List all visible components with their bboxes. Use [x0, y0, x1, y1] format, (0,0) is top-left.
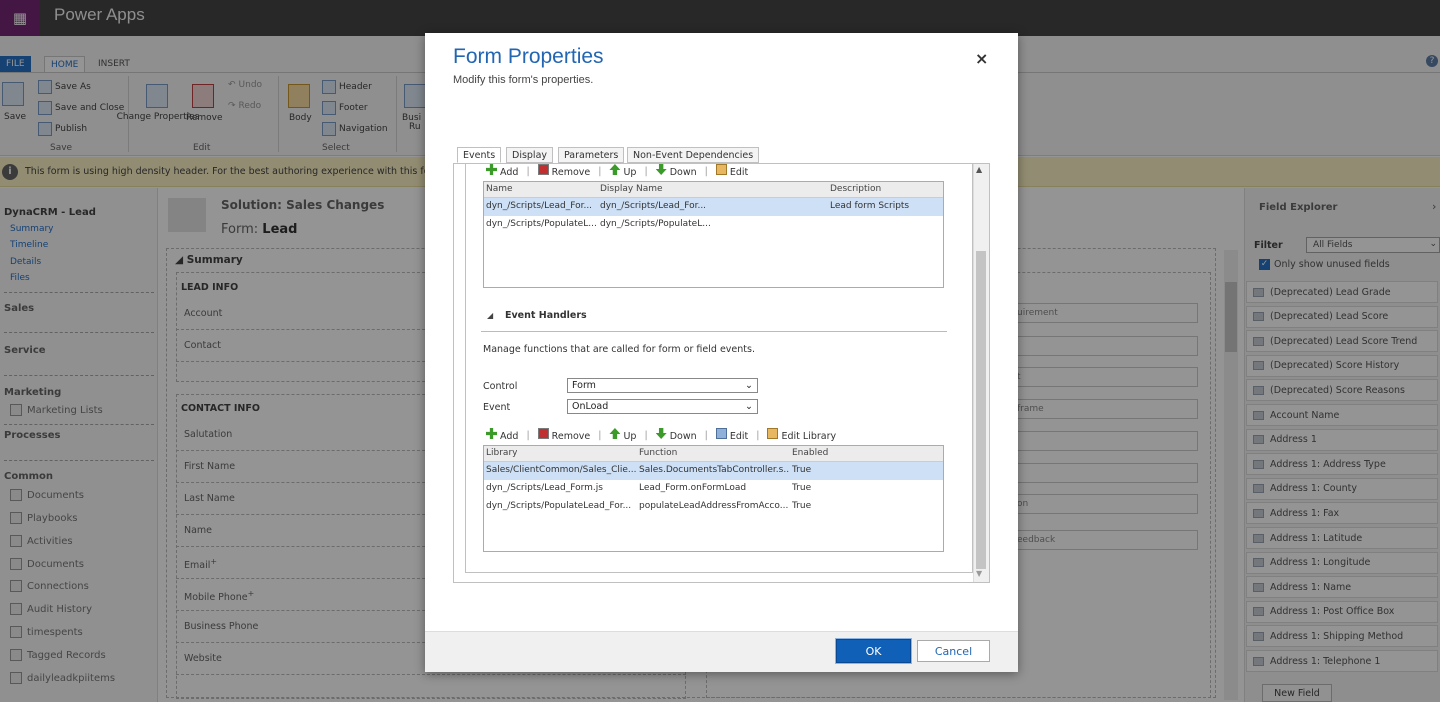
handler-grid: Library Function Enabled Sales/ClientCom…: [483, 445, 944, 552]
toolbar-separator: |: [598, 429, 602, 441]
lib-edit-button[interactable]: Edit: [715, 164, 749, 178]
collapse-icon[interactable]: ◢: [487, 311, 493, 320]
column-header-display-name[interactable]: Display Name: [600, 184, 663, 194]
toolbar-separator: |: [526, 429, 530, 441]
toolbar-separator: |: [756, 429, 760, 441]
control-value: Form: [572, 380, 596, 391]
scroll-up-icon[interactable]: ▲: [976, 165, 982, 174]
table-cell: True: [792, 483, 812, 493]
table-cell: dyn_/Scripts/PopulateL...: [600, 219, 711, 229]
event-handlers-heading: Event Handlers: [505, 310, 587, 321]
lib-add-button[interactable]: Add: [486, 164, 518, 178]
dialog-scrollbar-thumb[interactable]: [976, 251, 986, 569]
close-icon[interactable]: ×: [975, 49, 988, 68]
arrow-down-icon: [655, 428, 667, 439]
handler-remove-button[interactable]: Remove: [537, 428, 591, 442]
event-select[interactable]: OnLoad ⌄: [567, 399, 758, 414]
table-row[interactable]: dyn_/Scripts/PopulateL... dyn_/Scripts/P…: [484, 216, 943, 234]
up-label: Up: [623, 167, 637, 178]
grid-header: Library Function Enabled: [484, 446, 943, 462]
handler-toolbar: Add | Remove | Up | Down | Edit | Edit L…: [486, 428, 836, 442]
form-properties-dialog: Form Properties Modify this form's prope…: [425, 33, 1018, 672]
event-label: Event: [483, 402, 511, 413]
column-header-description[interactable]: Description: [830, 184, 881, 194]
column-header-name[interactable]: Name: [486, 184, 513, 194]
control-label: Control: [483, 381, 518, 392]
table-row[interactable]: dyn_/Scripts/Lead_Form.js Lead_Form.onFo…: [484, 480, 943, 498]
toolbar-separator: |: [526, 165, 530, 177]
dialog-title: Form Properties: [453, 45, 604, 68]
handler-down-button[interactable]: Down: [655, 428, 697, 442]
ok-button[interactable]: OK: [835, 638, 912, 664]
remove-label: Remove: [551, 167, 591, 178]
arrow-up-icon: [609, 428, 621, 439]
library-grid: Name Display Name Description dyn_/Scrip…: [483, 181, 944, 288]
grid-header: Name Display Name Description: [484, 182, 943, 198]
scroll-down-icon[interactable]: ▼: [976, 569, 982, 578]
table-cell: dyn_/Scripts/Lead_For...: [486, 201, 593, 211]
cancel-button[interactable]: Cancel: [917, 640, 990, 662]
handler-up-button[interactable]: Up: [609, 428, 636, 442]
column-header-library[interactable]: Library: [486, 448, 517, 458]
column-header-function[interactable]: Function: [639, 448, 677, 458]
table-row[interactable]: dyn_/Scripts/PopulateLead_For... populat…: [484, 498, 943, 516]
tab-parameters[interactable]: Parameters: [558, 147, 625, 163]
toolbar-separator: |: [644, 429, 648, 441]
arrow-down-icon: [655, 164, 667, 175]
chevron-down-icon: ⌄: [745, 401, 753, 412]
table-cell: dyn_/Scripts/PopulateL...: [486, 219, 596, 229]
handler-add-button[interactable]: Add: [486, 428, 518, 442]
up-label: Up: [623, 431, 637, 442]
tab-non-event-dependencies[interactable]: Non-Event Dependencies: [627, 147, 760, 163]
lib-remove-button[interactable]: Remove: [537, 164, 591, 178]
add-icon: [486, 428, 497, 439]
add-label: Add: [500, 431, 519, 442]
toolbar-separator: |: [704, 165, 708, 177]
remove-label: Remove: [551, 431, 591, 442]
table-cell: True: [792, 465, 812, 475]
lib-down-button[interactable]: Down: [655, 164, 697, 178]
table-cell: dyn_/Scripts/Lead_For...: [600, 201, 707, 211]
event-handlers-description: Manage functions that are called for for…: [483, 344, 755, 355]
edit-icon: [715, 428, 727, 439]
table-cell: Lead form Scripts: [830, 201, 910, 211]
toolbar-separator: |: [704, 429, 708, 441]
chevron-down-icon: ⌄: [745, 380, 753, 391]
tab-events[interactable]: Events: [457, 147, 502, 163]
table-cell: dyn_/Scripts/PopulateLead_For...: [486, 501, 632, 511]
down-label: Down: [669, 167, 697, 178]
edit-label: Edit: [729, 167, 749, 178]
remove-icon: [537, 428, 549, 439]
table-cell: dyn_/Scripts/Lead_Form.js: [486, 483, 603, 493]
table-cell: Sales/ClientCommon/Sales_Clie...: [486, 465, 636, 475]
lib-up-button[interactable]: Up: [609, 164, 636, 178]
table-cell: populateLeadAddressFromAcco...: [639, 501, 789, 511]
add-label: Add: [500, 167, 519, 178]
table-cell: True: [792, 501, 812, 511]
arrow-up-icon: [609, 164, 621, 175]
tab-display[interactable]: Display: [506, 147, 554, 163]
remove-icon: [537, 164, 549, 175]
down-label: Down: [669, 431, 697, 442]
table-cell: Lead_Form.onFormLoad: [639, 483, 747, 493]
add-icon: [486, 164, 497, 175]
table-row[interactable]: Sales/ClientCommon/Sales_Clie... Sales.D…: [484, 462, 943, 480]
library-toolbar: Add | Remove | Up | Down | Edit: [486, 164, 748, 178]
edit-library-icon: [767, 428, 779, 439]
control-select[interactable]: Form ⌄: [567, 378, 758, 393]
event-value: OnLoad: [572, 401, 609, 412]
dialog-subtitle: Modify this form's properties.: [453, 74, 594, 86]
edit-label: Edit: [729, 431, 749, 442]
column-header-enabled[interactable]: Enabled: [792, 448, 828, 458]
handler-edit-button[interactable]: Edit: [715, 428, 749, 442]
section-divider: [481, 331, 947, 332]
edit-icon: [715, 164, 727, 175]
toolbar-separator: |: [598, 165, 602, 177]
table-row[interactable]: dyn_/Scripts/Lead_For... dyn_/Scripts/Le…: [484, 198, 943, 216]
table-cell: Sales.DocumentsTabController.s...: [639, 465, 789, 475]
edit-library-button[interactable]: Edit Library: [767, 428, 836, 442]
toolbar-separator: |: [644, 165, 648, 177]
edit-library-label: Edit Library: [781, 431, 837, 442]
